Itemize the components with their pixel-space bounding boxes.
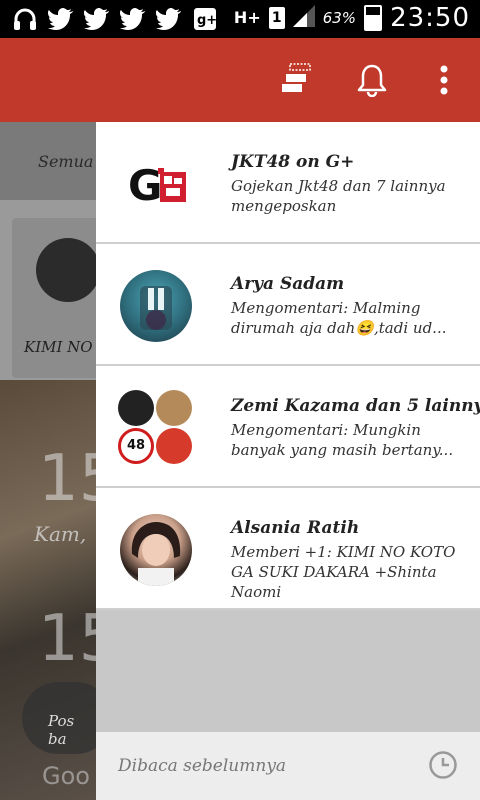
avatar: 48	[118, 428, 154, 464]
background-brand-text: Goo	[42, 762, 90, 790]
jkt48-logo: G	[120, 148, 192, 220]
notification-title: JKT48 on G+	[231, 152, 355, 172]
status-bar-notification-icons: g+	[12, 6, 218, 32]
twitter-icon	[84, 6, 110, 32]
avatar	[36, 238, 96, 302]
app-bar	[0, 38, 480, 122]
background-image-caption: Kam,	[34, 522, 87, 546]
svg-text:g+: g+	[197, 13, 217, 28]
twitter-icon	[48, 6, 74, 32]
background-image-number-2: 15	[38, 602, 96, 676]
overflow-menu-icon[interactable]	[422, 58, 466, 102]
svg-text:G: G	[128, 161, 162, 210]
notifications-panel: G JKT48 on G+ Gojekan Jkt48 dan 7 lainny…	[96, 122, 480, 800]
avatar	[118, 390, 154, 426]
avatar	[156, 390, 192, 426]
notification-item[interactable]: Arya Sadam Mengomentari: Malming dirumah…	[96, 244, 480, 366]
group-avatars: 48	[118, 390, 194, 466]
notification-body: Memberi +1: KIMI NO KOTO GA SUKI DAKARA …	[231, 543, 456, 601]
notification-body: Gojekan Jkt48 dan 7 lainnya mengeposkan	[231, 177, 446, 215]
notification-body: Mengomentari: Malming dirumah aja dah😆,t…	[231, 299, 447, 337]
background-post-text: KIMI NO	[24, 338, 93, 356]
bell-icon[interactable]	[350, 58, 394, 102]
notification-body: Mengomentari: Mungkin banyak yang masih …	[231, 421, 454, 459]
background-stream: Semua KIMI NO 15 Kam, 15 Pos ba Goo	[0, 122, 96, 800]
google-plus-icon: g+	[192, 6, 218, 32]
battery-icon	[364, 5, 383, 31]
twitter-icon	[120, 6, 146, 32]
avatar	[120, 270, 192, 342]
notification-title: Zemi Kazama dan 5 lainnya	[231, 396, 480, 416]
headphones-icon	[12, 6, 38, 32]
clock-time: 23:50	[390, 3, 470, 33]
tab-all[interactable]: Semua	[38, 152, 93, 171]
notification-item[interactable]: Alsania Ratih Memberi +1: KIMI NO KOTO G…	[96, 488, 480, 610]
avatar	[156, 428, 192, 464]
read-previously-bar[interactable]: Dibaca sebelumnya	[96, 732, 480, 800]
notification-title: Alsania Ratih	[231, 518, 360, 538]
background-tab-bar: Semua	[0, 122, 96, 200]
notification-item[interactable]: G JKT48 on G+ Gojekan Jkt48 dan 7 lainny…	[96, 122, 480, 244]
read-previously-label: Dibaca sebelumnya	[118, 756, 287, 776]
avatar	[120, 514, 192, 586]
sim-icon: 1	[268, 7, 285, 29]
background-compose-text: Pos ba	[48, 712, 75, 748]
network-type-indicator: H+	[233, 8, 261, 27]
notification-item[interactable]: 48 Zemi Kazama dan 5 lainnya Mengomentar…	[96, 366, 480, 488]
clock-icon[interactable]	[428, 750, 458, 780]
stack-icon[interactable]	[272, 58, 316, 102]
background-image-number: 15	[38, 442, 96, 516]
twitter-icon	[156, 6, 182, 32]
battery-percent: 63%	[322, 9, 357, 27]
notification-title: Arya Sadam	[231, 274, 345, 294]
signal-icon	[292, 5, 315, 31]
status-bar: g+ H+ 1 63% 23:50	[0, 0, 480, 38]
